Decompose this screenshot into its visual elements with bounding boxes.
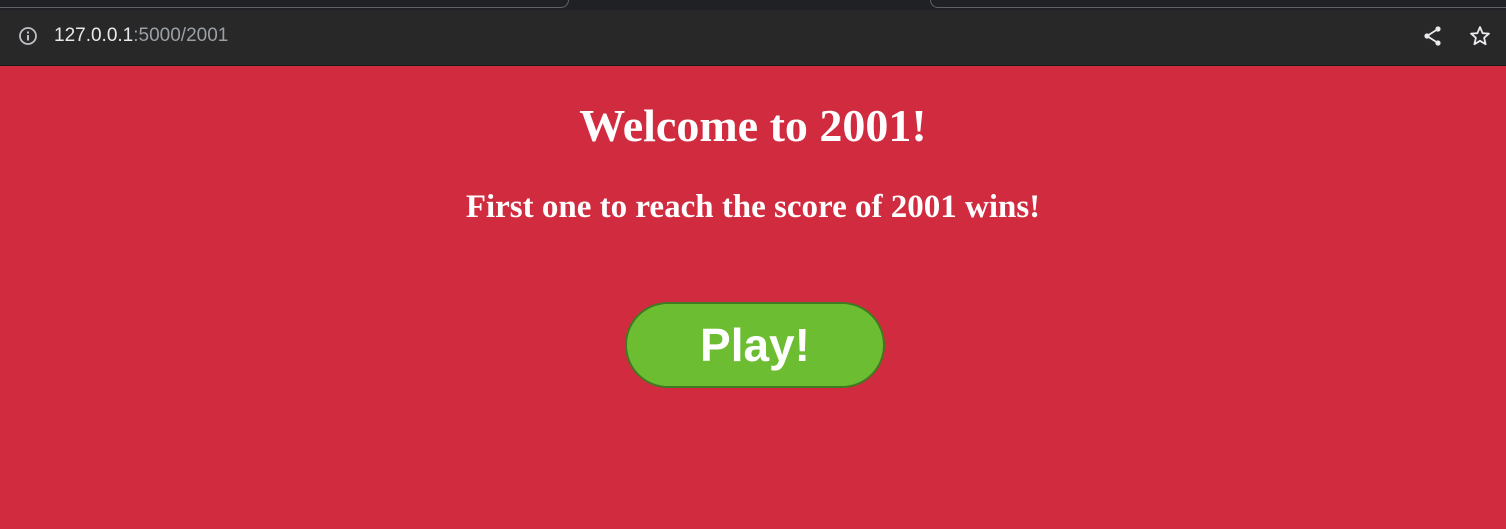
star-icon[interactable] [1468,24,1492,48]
address-bar[interactable]: 127.0.0.1:5000/2001 [54,24,228,48]
page-subtitle: First one to reach the score of 2001 win… [465,189,1041,225]
page-content: Welcome to 2001! First one to reach the … [0,66,1506,529]
url-path: :5000/2001 [133,25,229,46]
tab-strip [0,0,1506,10]
share-icon[interactable] [1421,24,1445,48]
play-button[interactable]: Play! [625,302,885,388]
tab-left[interactable] [0,0,569,8]
url-host: 127.0.0.1 [54,25,134,46]
page-title: Welcome to 2001! [579,100,927,151]
browser-toolbar: 127.0.0.1:5000/2001 [0,10,1506,66]
info-icon[interactable] [18,26,38,46]
tab-right[interactable] [930,0,1506,8]
